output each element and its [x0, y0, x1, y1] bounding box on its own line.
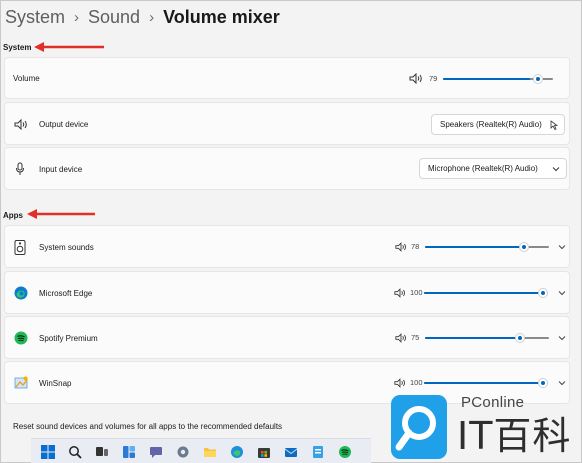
slider-thumb[interactable]: [519, 242, 530, 252]
slider-thumb[interactable]: [515, 333, 526, 343]
search-icon[interactable]: [68, 445, 82, 459]
volume-mixer-window: System › Sound › Volume mixer System Vol…: [0, 0, 582, 463]
output-device-card: Output device Speakers (Realtek(R) Audio…: [4, 102, 570, 145]
slider-thumb[interactable]: [538, 378, 549, 388]
breadcrumb-separator-icon: ›: [74, 9, 80, 26]
watermark-text: IT百科: [457, 414, 572, 458]
breadcrumb-sound[interactable]: Sound: [88, 7, 140, 28]
app-name: Microsoft Edge: [39, 289, 93, 298]
pconline-logo: [391, 395, 447, 459]
breadcrumb: System › Sound › Volume mixer: [5, 7, 280, 28]
speaker-icon[interactable]: [395, 333, 407, 343]
output-device-dropdown[interactable]: Speakers (Realtek(R) Audio): [431, 114, 565, 135]
slider-thumb[interactable]: [532, 74, 543, 84]
app-row: Spotify Premium 75: [4, 316, 570, 359]
slider-thumb[interactable]: [538, 288, 549, 298]
mail-icon[interactable]: [284, 445, 298, 459]
output-device-label: Output device: [39, 120, 89, 129]
system-volume-slider[interactable]: [443, 74, 553, 84]
page-title: Volume mixer: [163, 7, 280, 27]
expand-chevron-icon[interactable]: [558, 290, 566, 296]
winsnap-icon: [14, 376, 29, 394]
app-volume-slider[interactable]: [424, 378, 549, 388]
apps-section-label: Apps: [3, 211, 23, 220]
file-explorer-icon[interactable]: [203, 445, 217, 459]
expand-chevron-icon[interactable]: [558, 380, 566, 386]
microphone-icon: [16, 162, 24, 175]
app-volume-value: 100: [410, 288, 423, 297]
speaker-icon[interactable]: [394, 378, 406, 388]
settings-icon[interactable]: [176, 445, 190, 459]
chat-icon[interactable]: [149, 445, 163, 459]
input-device-value: Microphone (Realtek(R) Audio): [428, 164, 538, 173]
app-volume-slider[interactable]: [425, 242, 549, 252]
system-section-label: System: [3, 43, 32, 52]
system-sounds-icon: [14, 240, 26, 260]
app-volume-slider[interactable]: [424, 288, 549, 298]
input-device-card: Input device Microphone (Realtek(R) Audi…: [4, 147, 570, 190]
app-volume-value: 78: [411, 242, 420, 251]
app-volume-slider[interactable]: [425, 333, 549, 343]
watermark: PConline IT百科: [383, 389, 582, 463]
app-name: WinSnap: [39, 379, 72, 388]
speaker-icon[interactable]: [409, 73, 423, 84]
reset-defaults-text: Reset sound devices and volumes for all …: [13, 422, 283, 431]
breadcrumb-separator-icon: ›: [149, 9, 155, 26]
volume-label: Volume: [13, 74, 40, 83]
azure-data-icon[interactable]: [311, 445, 325, 459]
chevron-down-icon: [552, 167, 560, 172]
widgets-icon[interactable]: [122, 445, 136, 459]
windows-start-icon[interactable]: [41, 445, 55, 459]
edge-icon: [14, 286, 28, 305]
speaker-icon[interactable]: [394, 288, 406, 298]
store-icon[interactable]: [257, 445, 271, 459]
system-volume-card: Volume 79: [4, 57, 570, 99]
input-device-label: Input device: [39, 165, 83, 174]
app-row: System sounds 78: [4, 225, 570, 268]
system-volume-value: 79: [429, 74, 438, 83]
annotation-arrow-icon: [34, 42, 104, 52]
taskbar: [31, 438, 371, 463]
annotation-arrow-icon: [27, 209, 95, 219]
speaker-icon[interactable]: [395, 242, 407, 252]
input-device-dropdown[interactable]: Microphone (Realtek(R) Audio): [419, 158, 567, 179]
app-volume-value: 75: [411, 333, 420, 342]
app-volume-value: 100: [410, 378, 423, 387]
breadcrumb-system[interactable]: System: [5, 7, 65, 28]
edge-icon[interactable]: [230, 445, 244, 459]
speaker-icon: [14, 119, 27, 130]
watermark-brand: PConline: [461, 394, 525, 411]
spotify-icon: [14, 331, 28, 350]
app-row: Microsoft Edge 100: [4, 271, 570, 314]
expand-chevron-icon[interactable]: [558, 335, 566, 341]
mouse-cursor-icon: [550, 120, 558, 130]
task-view-icon[interactable]: [95, 445, 109, 459]
output-device-value: Speakers (Realtek(R) Audio): [440, 120, 542, 129]
spotify-icon[interactable]: [338, 445, 352, 459]
app-name: System sounds: [39, 243, 94, 252]
app-name: Spotify Premium: [39, 334, 98, 343]
expand-chevron-icon[interactable]: [558, 244, 566, 250]
